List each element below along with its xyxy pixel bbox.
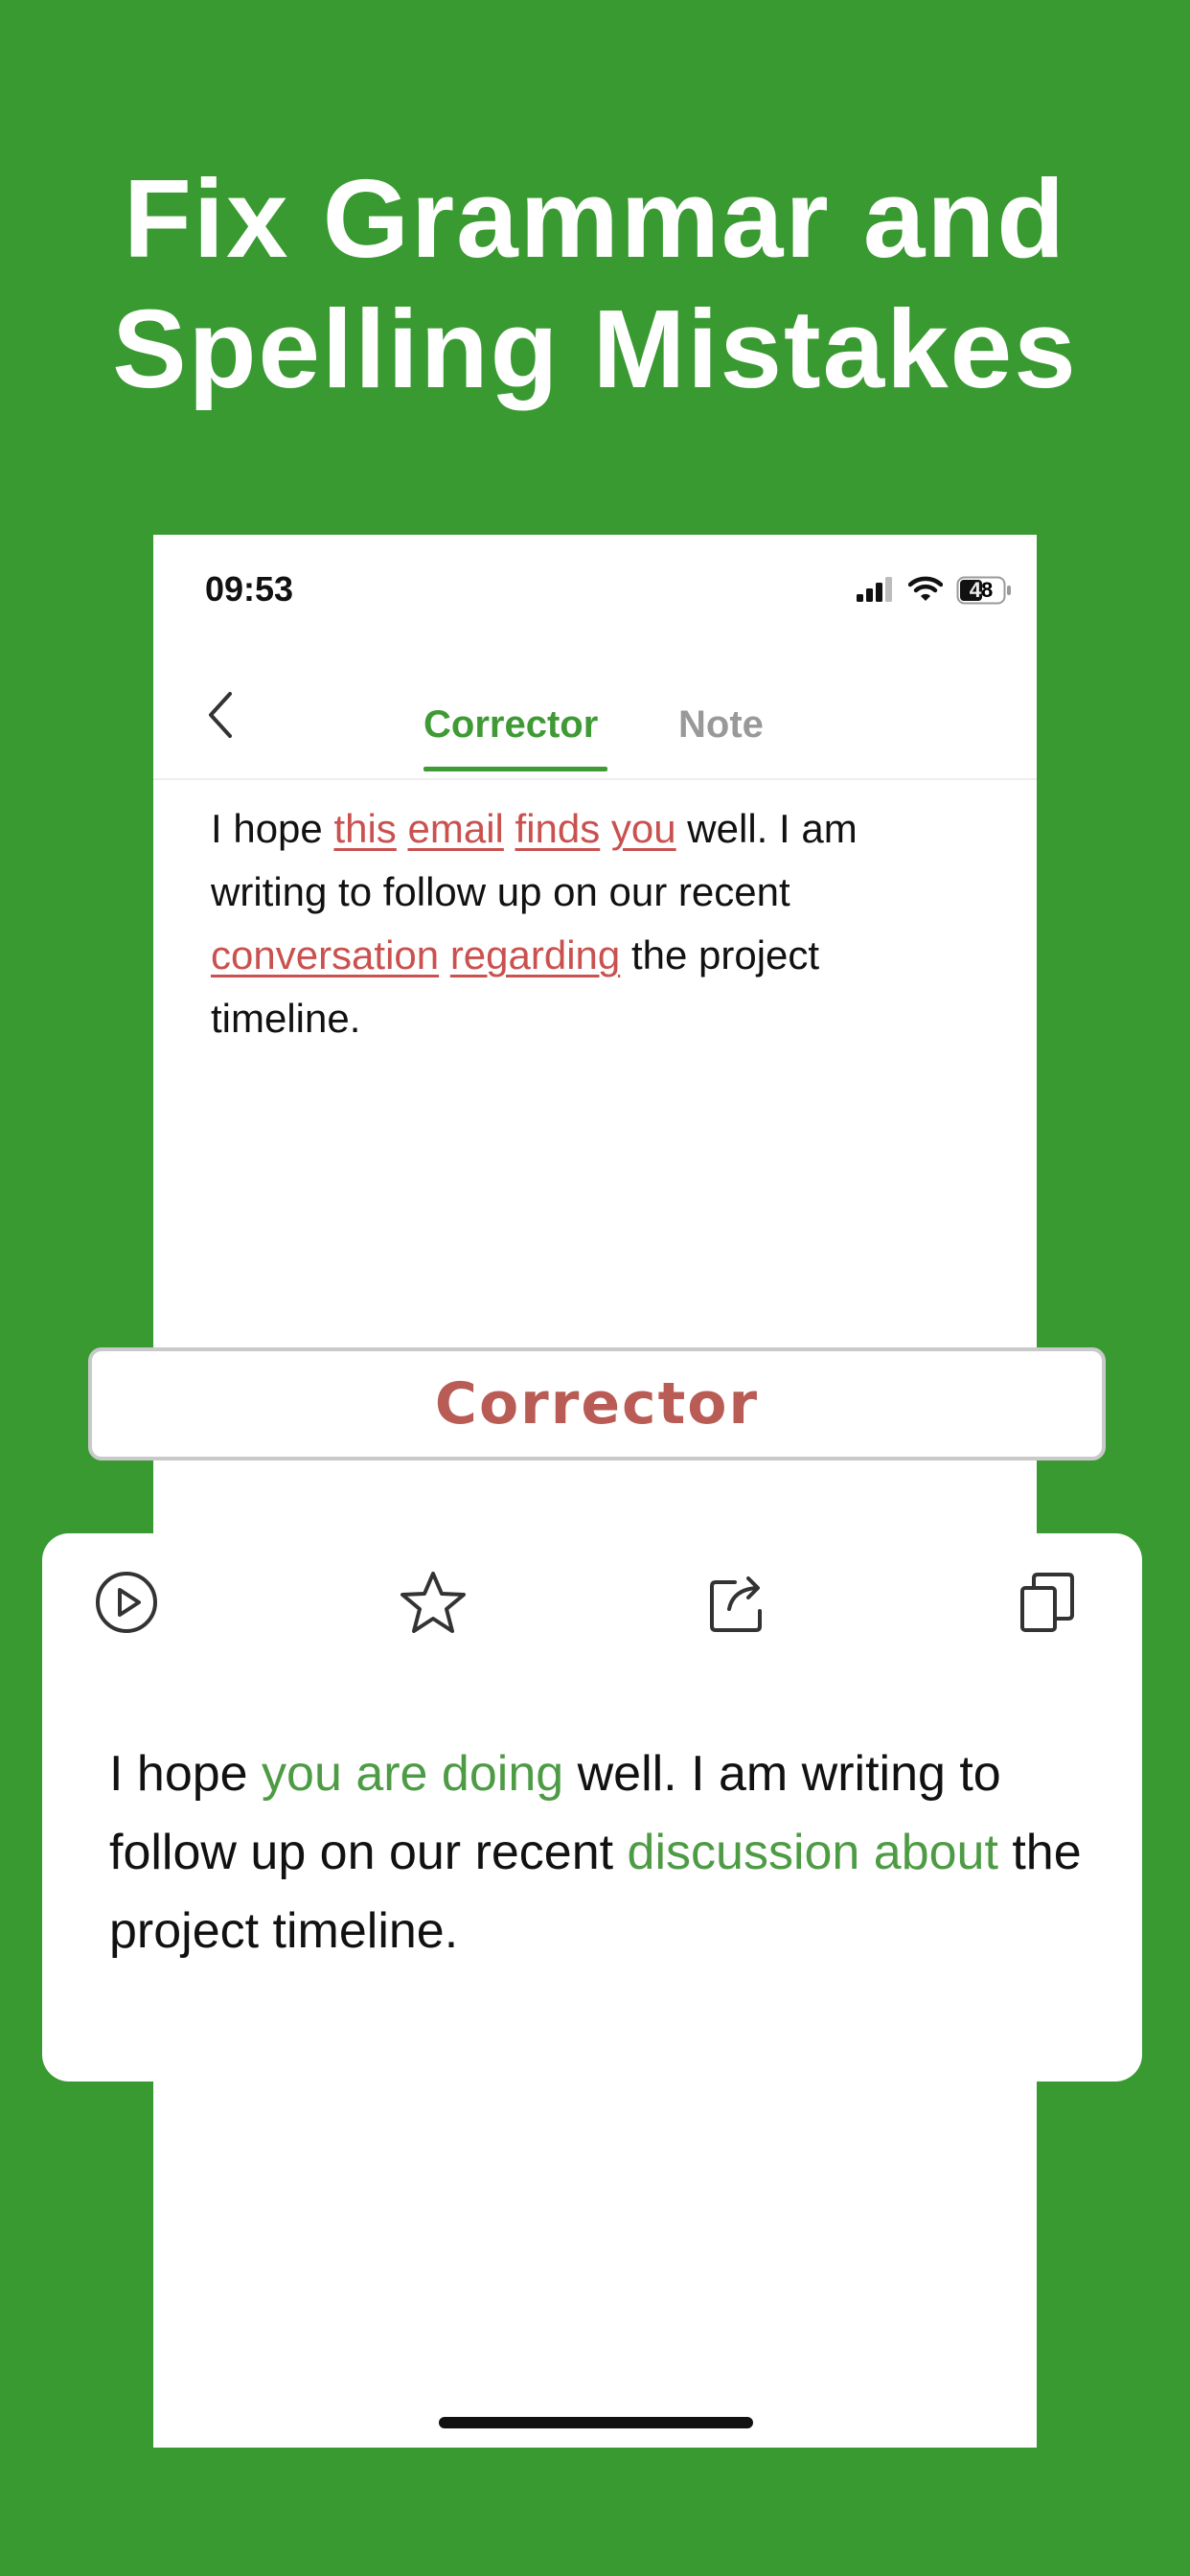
tab-corrector[interactable]: Corrector — [423, 703, 598, 747]
corrector-banner-label: Corrector — [434, 1370, 760, 1438]
play-button[interactable] — [90, 1566, 163, 1639]
star-icon — [400, 1572, 466, 1633]
corrected-phrase: you are doing — [262, 1746, 564, 1802]
corrected-phrase: discussion about — [627, 1825, 998, 1880]
headline-line-2: Spelling Mistakes — [112, 287, 1078, 411]
result-card: I hope you are doing well. I am writing … — [42, 1533, 1142, 2082]
text-segment: I hope — [211, 806, 334, 851]
nav-bar: Corrector Note — [153, 654, 1037, 780]
tab-note[interactable]: Note — [678, 703, 764, 747]
flagged-word[interactable]: email — [407, 806, 503, 851]
play-icon — [96, 1572, 157, 1633]
back-button[interactable] — [201, 688, 240, 742]
headline-line-1: Fix Grammar and — [123, 156, 1067, 281]
phone-screen: 09:53 48 Corrector Note I hope this emai… — [153, 535, 1037, 2448]
signal-icon — [857, 575, 895, 607]
chevron-left-icon — [209, 692, 232, 738]
corrected-text: I hope you are doing well. I am writing … — [109, 1735, 1087, 1970]
flagged-word[interactable]: you — [611, 806, 676, 851]
share-button[interactable] — [703, 1566, 776, 1639]
status-icons: 48 — [857, 571, 1012, 610]
favorite-button[interactable] — [397, 1566, 469, 1639]
wifi-icon — [907, 575, 944, 607]
text-segment — [439, 932, 450, 978]
text-segment — [397, 806, 408, 851]
text-segment: I hope — [109, 1746, 263, 1802]
input-text-area[interactable]: I hope this email finds you well. I am w… — [211, 797, 958, 1050]
text-segment — [600, 806, 611, 851]
active-tab-indicator — [423, 767, 607, 771]
copy-icon — [1020, 1573, 1074, 1632]
copy-button[interactable] — [1012, 1566, 1085, 1639]
battery-level: 48 — [969, 578, 994, 602]
flagged-word[interactable]: regarding — [450, 932, 620, 978]
share-icon — [710, 1576, 762, 1632]
flagged-word[interactable]: finds — [515, 806, 601, 851]
text-segment — [504, 806, 515, 851]
battery-icon: 48 — [956, 576, 1012, 605]
flagged-word[interactable]: this — [333, 806, 396, 851]
headline: Fix Grammar and Spelling Mistakes — [0, 153, 1190, 414]
home-indicator — [439, 2417, 753, 2428]
status-time: 09:53 — [205, 569, 294, 609]
flagged-word[interactable]: conversation — [211, 932, 439, 978]
corrector-banner: Corrector — [88, 1347, 1106, 1460]
